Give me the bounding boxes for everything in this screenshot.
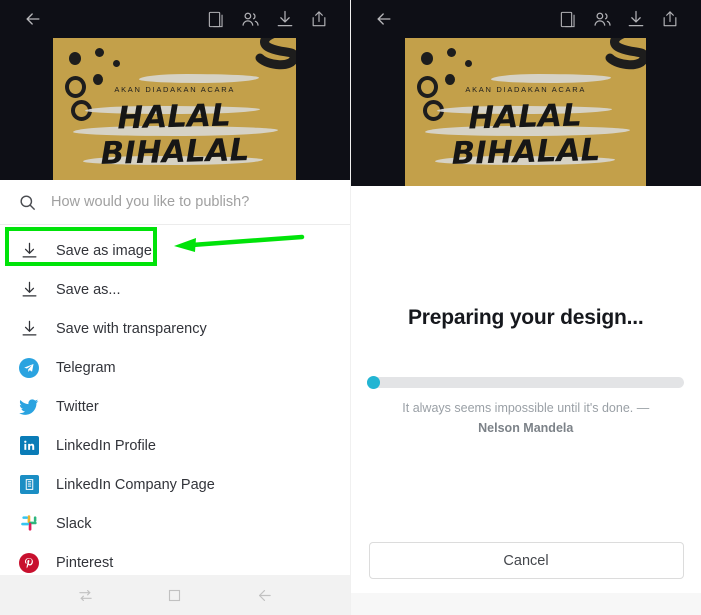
design-preview-left[interactable]: AKAN DIADAKAN ACARA HALAL BIHALAL xyxy=(0,38,350,180)
menu-item-label: Telegram xyxy=(56,359,116,376)
quote-author: Nelson Mandela xyxy=(478,421,574,435)
top-toolbar-left xyxy=(0,0,350,38)
menu-item-label: Pinterest xyxy=(56,554,114,571)
collaborators-icon[interactable] xyxy=(585,4,619,34)
publish-options-list: Save as image Save as... Save with trans… xyxy=(0,225,350,582)
design-artwork: AKAN DIADAKAN ACARA HALAL BIHALAL xyxy=(53,38,297,180)
left-screen: AKAN DIADAKAN ACARA HALAL BIHALAL How wo… xyxy=(0,0,350,615)
menu-item-label: Save as image xyxy=(56,242,152,259)
menu-item-twitter[interactable]: Twitter xyxy=(0,387,350,426)
recents-icon[interactable] xyxy=(77,587,94,604)
publish-sheet: Save as image Save as... xyxy=(0,180,350,582)
duplicate-pages-icon[interactable] xyxy=(551,4,585,34)
right-screen: AKAN DIADAKAN ACARA HALAL BIHALAL Prepar… xyxy=(349,0,701,615)
search-bar[interactable] xyxy=(0,180,350,225)
progress-bar xyxy=(367,376,685,389)
share-icon[interactable] xyxy=(302,4,336,34)
loading-quote: It always seems impossible until it's do… xyxy=(376,398,676,438)
ink-squiggle-icon xyxy=(605,38,647,70)
design-title-line-2: BIHALAL xyxy=(100,132,250,172)
menu-item-linkedin-profile[interactable]: LinkedIn Profile xyxy=(0,426,350,465)
preparing-design-dialog: Preparing your design... It always seems… xyxy=(350,186,701,615)
cancel-button[interactable]: Cancel xyxy=(368,542,684,579)
download-icon xyxy=(18,279,40,301)
linkedin-icon xyxy=(18,435,40,457)
cancel-button-label: Cancel xyxy=(503,552,549,569)
menu-item-save-as-image[interactable]: Save as image xyxy=(0,231,350,270)
menu-item-slack[interactable]: Slack xyxy=(0,504,350,543)
top-toolbar-right xyxy=(350,0,701,38)
design-kicker: AKAN DIADAKAN ACARA xyxy=(465,85,587,94)
back-arrow-icon[interactable] xyxy=(16,4,50,34)
menu-item-label: LinkedIn Company Page xyxy=(56,476,215,493)
menu-item-telegram[interactable]: Telegram xyxy=(0,348,350,387)
home-square-icon[interactable] xyxy=(167,588,182,603)
collaborators-icon[interactable] xyxy=(234,4,268,34)
back-arrow-icon[interactable] xyxy=(367,4,401,34)
menu-item-linkedin-company-page[interactable]: LinkedIn Company Page xyxy=(0,465,350,504)
share-icon[interactable] xyxy=(653,4,687,34)
design-preview-right: AKAN DIADAKAN ACARA HALAL BIHALAL xyxy=(350,38,701,186)
twitter-icon xyxy=(18,396,40,418)
ink-squiggle-icon xyxy=(255,38,297,70)
download-icon[interactable] xyxy=(619,4,653,34)
menu-item-save-with-transparency[interactable]: Save with transparency xyxy=(0,309,350,348)
search-input[interactable] xyxy=(51,194,332,210)
design-title-line-2: BIHALAL xyxy=(451,132,601,172)
menu-item-label: Save as... xyxy=(56,281,121,298)
quote-text: It always seems impossible until it's do… xyxy=(402,401,650,415)
design-title: HALAL BIHALAL xyxy=(405,97,646,173)
menu-item-label: Save with transparency xyxy=(56,320,207,337)
download-icon xyxy=(18,318,40,340)
design-kicker: AKAN DIADAKAN ACARA xyxy=(114,85,236,94)
bottom-bar-right xyxy=(350,593,701,615)
telegram-icon xyxy=(18,357,40,379)
search-icon xyxy=(18,193,37,212)
dual-screenshot-container: AKAN DIADAKAN ACARA HALAL BIHALAL How wo… xyxy=(0,0,701,615)
menu-item-label: LinkedIn Profile xyxy=(56,437,156,454)
android-navigation-bar xyxy=(0,575,350,615)
menu-item-save-as[interactable]: Save as... xyxy=(0,270,350,309)
linkedin-company-icon xyxy=(18,474,40,496)
download-icon xyxy=(18,240,40,262)
download-icon[interactable] xyxy=(268,4,302,34)
design-title: HALAL BIHALAL xyxy=(53,97,296,173)
progress-indicator xyxy=(367,376,381,389)
design-artwork: AKAN DIADAKAN ACARA HALAL BIHALAL xyxy=(405,38,647,186)
menu-item-label: Twitter xyxy=(56,398,99,415)
duplicate-pages-icon[interactable] xyxy=(200,4,234,34)
pinterest-icon xyxy=(18,552,40,574)
back-arrow-icon[interactable] xyxy=(256,587,273,604)
dialog-title: Preparing your design... xyxy=(407,306,644,329)
menu-item-label: Slack xyxy=(56,515,92,532)
slack-icon xyxy=(18,513,40,535)
